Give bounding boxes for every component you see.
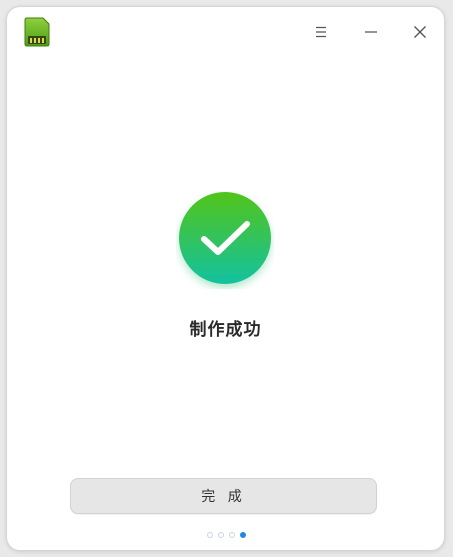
page-dot[interactable]: [207, 532, 213, 538]
checkmark-icon: [176, 191, 274, 289]
menu-icon: [314, 24, 328, 43]
page-dot[interactable]: [229, 532, 235, 538]
menu-button[interactable]: [307, 19, 335, 47]
page-dot[interactable]: [218, 532, 224, 538]
page-dot-active[interactable]: [240, 532, 246, 538]
minimize-icon: [364, 24, 378, 43]
sd-card-icon: [24, 17, 50, 47]
page-indicator: [7, 532, 444, 538]
titlebar: [7, 7, 444, 57]
close-button[interactable]: [406, 19, 434, 47]
app-window: 制作成功 完 成: [6, 6, 445, 551]
minimize-button[interactable]: [357, 19, 385, 47]
status-message: 制作成功: [189, 320, 262, 340]
close-icon: [413, 24, 427, 43]
done-button[interactable]: 完 成: [70, 478, 377, 514]
